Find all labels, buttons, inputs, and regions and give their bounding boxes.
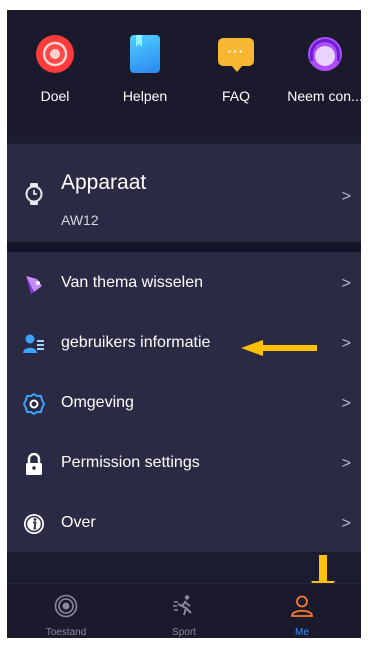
bottom-tab-bar: Toestand Sport Me <box>7 583 361 638</box>
book-icon <box>125 34 165 74</box>
section-divider <box>7 242 361 252</box>
settings-menu: Van thema wisselen > gebruikers informat… <box>7 252 361 552</box>
device-title: Apparaat <box>61 171 147 194</box>
profile-icon <box>291 595 313 617</box>
annotation-arrow-left-icon <box>241 340 317 356</box>
tab-toestand[interactable]: Toestand <box>7 584 125 638</box>
chevron-right-icon: > <box>341 455 351 472</box>
quick-action-label: Helpen <box>122 88 168 104</box>
menu-item-omgeving[interactable]: Omgeving > <box>7 373 361 433</box>
tab-me[interactable]: Me <box>243 584 361 638</box>
faq-chat-icon: ··· <box>216 34 256 74</box>
quick-actions-bar: Doel Helpen ··· FAQ Neem con... <box>7 10 361 134</box>
device-card[interactable]: Apparaat AW12 > <box>7 134 361 252</box>
running-icon <box>173 595 192 616</box>
quick-action-faq[interactable]: ··· FAQ <box>193 28 279 104</box>
settings-gear-icon <box>23 393 45 415</box>
status-icon <box>54 594 78 618</box>
chevron-right-icon: > <box>341 188 351 205</box>
quick-action-contact[interactable]: Neem con... <box>282 28 361 104</box>
lock-icon <box>26 453 42 475</box>
quick-action-label: Neem con... <box>287 88 361 104</box>
theme-icon <box>26 276 42 294</box>
menu-item-label: Van thema wisselen <box>61 274 203 291</box>
watch-icon <box>25 183 43 205</box>
menu-item-permissions[interactable]: Permission settings > <box>7 433 361 493</box>
device-model: AW12 <box>61 212 99 228</box>
info-icon <box>24 514 44 534</box>
menu-item-theme[interactable]: Van thema wisselen > <box>7 253 361 313</box>
quick-action-label: FAQ <box>221 88 250 104</box>
menu-item-label: Over <box>61 514 96 531</box>
chevron-right-icon: > <box>341 395 351 412</box>
menu-item-label: Permission settings <box>61 454 200 471</box>
user-info-icon <box>23 334 44 353</box>
quick-action-label: Doel <box>40 88 70 104</box>
menu-item-over[interactable]: Over > <box>7 493 361 553</box>
target-icon <box>35 34 75 74</box>
menu-item-label: Omgeving <box>61 394 134 411</box>
support-headset-icon <box>305 34 345 74</box>
quick-action-doel[interactable]: Doel <box>12 28 98 104</box>
tab-sport[interactable]: Sport <box>125 584 243 638</box>
tab-label: Sport <box>172 627 196 638</box>
menu-item-label: gebruikers informatie <box>61 334 211 351</box>
tab-label: Me <box>295 627 309 638</box>
quick-action-helpen[interactable]: Helpen <box>102 28 188 104</box>
chevron-right-icon: > <box>341 515 351 532</box>
app-screen: Doel Helpen ··· FAQ Neem con... Apparaat… <box>7 10 361 638</box>
chevron-right-icon: > <box>341 335 351 352</box>
chevron-right-icon: > <box>341 275 351 292</box>
tab-label: Toestand <box>45 627 87 638</box>
